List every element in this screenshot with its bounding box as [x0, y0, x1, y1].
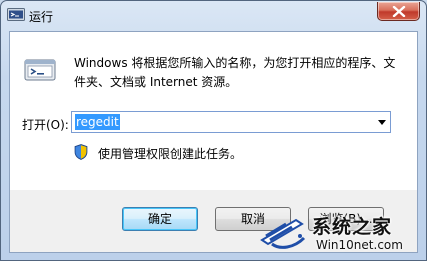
- watermark: 系统之家 Win10net.com: [256, 208, 426, 260]
- admin-privilege-note: 使用管理权限创建此任务。: [98, 147, 243, 161]
- run-dialog-window: 运行 Windows 将根据您所输入的名称，为您打开相应的程序、文件夹、文档或 …: [0, 0, 427, 261]
- run-app-icon: [7, 8, 25, 23]
- dropdown-arrow-icon: [378, 120, 386, 125]
- close-icon: [392, 6, 406, 17]
- watermark-logo-icon: [256, 214, 308, 252]
- ok-button[interactable]: 确定: [122, 207, 198, 231]
- title-bar[interactable]: 运行: [1, 1, 426, 31]
- open-combobox[interactable]: regedit: [71, 111, 391, 133]
- watermark-title: 系统之家: [312, 216, 393, 238]
- combo-dropdown-button[interactable]: [374, 112, 390, 132]
- run-program-icon: [24, 57, 58, 83]
- window-title: 运行: [29, 10, 54, 24]
- close-button[interactable]: [377, 2, 420, 21]
- open-label: 打开(O):: [22, 118, 69, 132]
- uac-shield-icon: [74, 144, 88, 160]
- open-input-value[interactable]: regedit: [75, 114, 120, 130]
- watermark-url: Win10net.com: [316, 238, 403, 252]
- dialog-description: Windows 将根据您所输入的名称，为您打开相应的程序、文件夹、文档或 Int…: [74, 56, 396, 89]
- dialog-content: Windows 将根据您所输入的名称，为您打开相应的程序、文件夹、文档或 Int…: [10, 32, 417, 190]
